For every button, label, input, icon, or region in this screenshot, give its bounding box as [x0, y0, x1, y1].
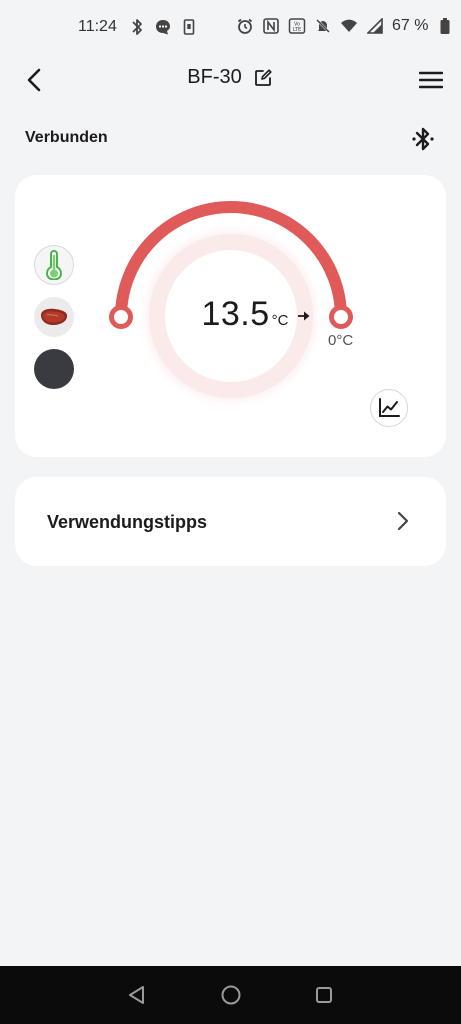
chat-bubble-icon: [154, 18, 172, 36]
connection-row: Verbunden: [25, 124, 436, 154]
current-temperature-unit: °C: [271, 312, 289, 329]
bluetooth-icon[interactable]: [410, 125, 436, 153]
nfc-icon: [262, 17, 280, 35]
nav-home-button[interactable]: [219, 983, 243, 1007]
target-temperature[interactable]: 0°C: [328, 332, 353, 349]
gauge-start-knob[interactable]: [109, 305, 133, 329]
line-chart-icon: [379, 398, 400, 417]
gauge-end-knob[interactable]: [329, 305, 353, 329]
usage-tips-label: Verwendungstipps: [47, 512, 208, 532]
mute-icon: [314, 17, 332, 35]
home-circle-icon: [221, 985, 241, 1005]
app-bar: BF-30: [0, 58, 461, 102]
alarm-icon: [236, 17, 254, 35]
title-group: BF-30: [0, 66, 461, 89]
arrow-right-icon: [296, 308, 312, 324]
back-triangle-icon: [129, 986, 144, 1004]
status-right-icons: Vo LTE 67 %: [236, 17, 454, 35]
thermometer-icon: [45, 250, 63, 280]
battery-icon: [436, 17, 454, 35]
nav-back-button[interactable]: [125, 983, 149, 1007]
edit-name-button[interactable]: [252, 67, 274, 89]
probe-meat-button[interactable]: [34, 297, 74, 337]
current-temperature-value: 13.5: [201, 295, 270, 333]
chevron-right-icon: [392, 510, 414, 532]
usage-tips-row[interactable]: Verwendungstipps: [15, 477, 446, 566]
sim-icon: [180, 18, 198, 36]
current-temperature: 13.5 °C: [185, 295, 305, 334]
volte-icon: Vo LTE: [288, 17, 306, 35]
probe-selector: [34, 245, 74, 389]
probe-dark-button[interactable]: [34, 349, 74, 389]
nav-recents-button[interactable]: [312, 983, 336, 1007]
probe-thermometer-button[interactable]: [34, 245, 74, 285]
status-time: 11:24: [78, 18, 117, 35]
probe-card: 13.5 °C 0°C: [15, 175, 446, 457]
recents-square-icon: [316, 987, 332, 1003]
hamburger-menu-icon: [419, 71, 443, 89]
device-title: BF-30: [187, 66, 242, 88]
chart-button[interactable]: [370, 389, 408, 427]
signal-icon: [366, 17, 384, 35]
menu-button[interactable]: [417, 66, 445, 94]
system-nav-bar: [0, 966, 461, 1024]
connection-status: Verbunden: [25, 129, 108, 146]
wifi-icon: [340, 17, 358, 35]
edit-icon: [254, 68, 272, 86]
svg-text:LTE: LTE: [293, 27, 301, 33]
bluetooth-icon: [128, 18, 146, 36]
steak-icon: [41, 308, 68, 325]
battery-percentage: 67 %: [392, 17, 429, 34]
status-bar: 11:24 Vo LTE 67 %: [0, 0, 461, 58]
status-left-icons: [128, 18, 198, 36]
